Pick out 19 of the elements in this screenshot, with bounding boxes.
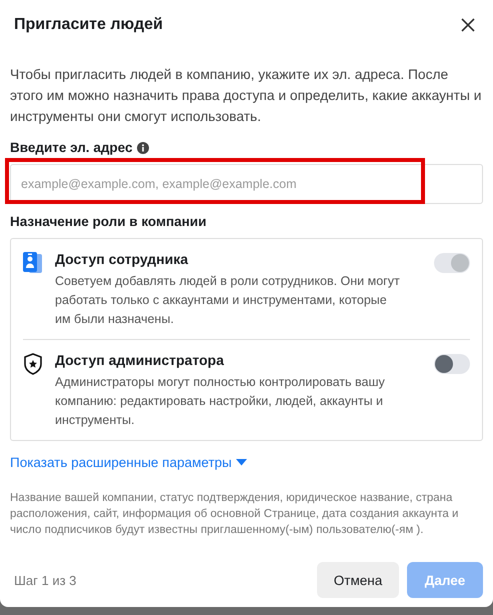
shield-star-icon	[23, 353, 43, 375]
disclosure-text: Название вашей компании, статус подтверждения, юридическое название, страна расположения, сайт, информация об основной Странице, дата создания аккаунта и число подписчиков будут известны приглашенному(-ым) пользователю(-ям ).	[10, 491, 460, 538]
role-title: Доступ сотрудника	[55, 251, 190, 267]
caret-icon[interactable]	[236, 459, 247, 466]
toggle-switch[interactable]	[434, 354, 470, 374]
info-icon[interactable]	[137, 142, 150, 154]
role-description: Советуем добавлять людей в роли сотрудников. Они могут работать только с аккаунтами и инструментами, которые им были назначены.	[55, 273, 401, 328]
role-description: Администраторы могут полностью контролировать вашу компанию: редактировать настройки, людей, аккаунты и инструменты.	[55, 374, 386, 429]
badge-icon	[23, 252, 43, 274]
email-label: Введите эл. адрес	[10, 140, 132, 155]
email-field[interactable]: example@example.com, example@example.com	[10, 164, 483, 204]
intro-text: Чтобы пригласить людей в компанию, укажите их эл. адреса. После этого им можно назначить права доступа и определить, какие аккаунты и инструменты они смогут использовать.	[10, 66, 482, 126]
role-title: Доступ администратора	[55, 352, 225, 368]
cancel-button[interactable]: Отмена	[317, 562, 399, 598]
advanced-options-link[interactable]: Показать расширенные параметры	[10, 455, 232, 470]
dialog-title: Пригласите людей	[13, 16, 163, 34]
step-indicator: Шаг 1 из 3	[13, 572, 76, 588]
roles-heading: Назначение роли в компании	[10, 214, 208, 229]
close-icon[interactable]	[461, 18, 475, 32]
